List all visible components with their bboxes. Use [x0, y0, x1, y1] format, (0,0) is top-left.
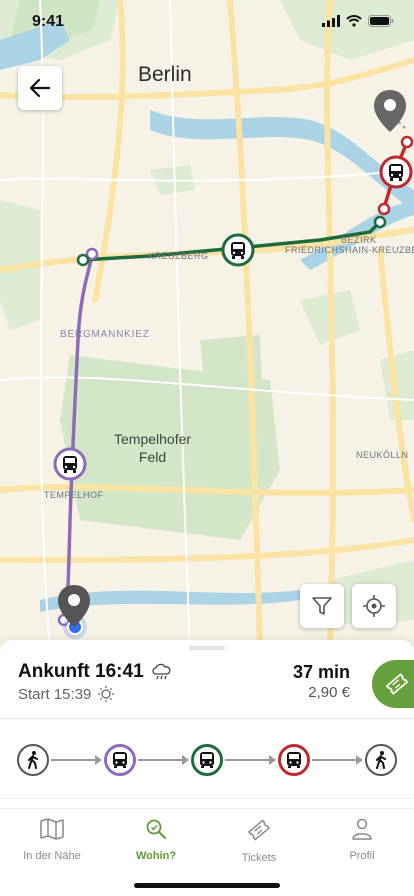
crosshair-icon — [363, 595, 385, 617]
leg-bus-purple — [104, 744, 136, 776]
tab-wohin[interactable]: Wohin? — [111, 817, 201, 862]
map-label-bergmannkiez: BERGMANNKIEZ — [60, 329, 150, 340]
bus-icon — [287, 752, 301, 768]
walk-icon — [28, 751, 38, 769]
map-label-kreuzberg: KREUZBERG — [148, 251, 209, 261]
search-icon — [146, 819, 166, 839]
leg-bus-green — [191, 744, 223, 776]
destination-pin-icon[interactable] — [372, 88, 408, 134]
sheet-handle[interactable] — [189, 646, 225, 650]
start-pin-icon[interactable] — [56, 583, 92, 629]
bus-stop-marker-purple[interactable] — [53, 447, 87, 481]
leg-bus-red — [278, 744, 310, 776]
leg-walk-start — [17, 744, 49, 776]
start-row: Start 15:39 — [18, 685, 115, 703]
bus-icon — [200, 752, 214, 768]
tab-label-tickets: Tickets — [241, 852, 277, 864]
tab-label-in-der-naehe: In der Nähe — [23, 850, 81, 862]
map-icon — [40, 818, 64, 840]
map-label-bezirk-line1: BEZIRK — [341, 235, 377, 245]
bus-stop-marker-red[interactable] — [379, 155, 413, 189]
map-label-bezirk-line2: FRIEDRICHSHAIN-KREUZBERG — [285, 245, 414, 255]
arrival-time: Ankunft 16:41 — [18, 661, 144, 682]
buy-ticket-button[interactable] — [372, 660, 414, 708]
trip-price: 2,90 € — [308, 684, 350, 701]
tab-in-der-naehe[interactable]: In der Nähe — [7, 817, 97, 862]
leg-arrow-3 — [225, 755, 276, 765]
status-bar: 9:41 — [0, 0, 414, 44]
leg-arrow-1 — [51, 755, 102, 765]
map-canvas — [0, 0, 414, 650]
signal-icon — [322, 15, 340, 27]
leg-arrow-4 — [312, 755, 363, 765]
rain-cloud-icon — [151, 663, 171, 680]
bus-icon — [113, 752, 127, 768]
start-time: Start 15:39 — [18, 685, 92, 703]
tab-profil[interactable]: Profil — [317, 817, 407, 862]
map-label-neukolln: NEUKÖLLN — [356, 450, 409, 460]
back-arrow-icon — [30, 79, 50, 97]
leg-arrow-2 — [138, 755, 189, 765]
arrival-row: Ankunft 16:41 — [18, 661, 174, 683]
legs-divider — [0, 798, 414, 799]
tab-label-profil: Profil — [349, 850, 375, 862]
wifi-icon — [346, 15, 362, 27]
ticket-icon — [385, 673, 409, 695]
tab-tickets[interactable]: Tickets — [214, 817, 304, 864]
sun-icon — [98, 686, 115, 702]
status-time: 9:41 — [32, 13, 65, 30]
battery-icon — [368, 15, 394, 27]
map-label-tempelhofer-feld: Tempelhofer Feld — [114, 430, 191, 466]
bus-stop-marker-green[interactable] — [221, 233, 255, 267]
filter-icon — [312, 597, 332, 615]
back-button[interactable] — [18, 66, 62, 110]
trip-duration: 37 min — [292, 662, 350, 682]
ticket-icon — [247, 819, 271, 841]
sheet-divider — [0, 718, 414, 719]
home-indicator — [134, 883, 280, 888]
map-label-berlin: Berlin — [138, 63, 192, 86]
map-label-tempelhofer-line2: Feld — [138, 449, 167, 465]
locate-button[interactable] — [352, 584, 396, 628]
tab-bar: In der Nähe Wohin? Tickets Profil — [0, 808, 414, 896]
tab-label-wohin: Wohin? — [135, 850, 177, 862]
map-label-tempelhof: TEMPELHOF — [44, 490, 104, 500]
trip-legs[interactable] — [0, 726, 414, 796]
walk-icon — [376, 751, 386, 769]
filter-button[interactable] — [300, 584, 344, 628]
map-view[interactable]: Berlin BERGMANNKIEZ KREUZBERG BEZIRK FRI… — [0, 0, 414, 650]
person-icon — [352, 818, 372, 840]
leg-walk-end — [365, 744, 397, 776]
status-icons — [322, 15, 394, 27]
map-label-bezirk: BEZIRK FRIEDRICHSHAIN-KREUZBERG — [285, 235, 414, 255]
map-label-tempelhofer-line1: Tempelhofer — [114, 431, 192, 447]
